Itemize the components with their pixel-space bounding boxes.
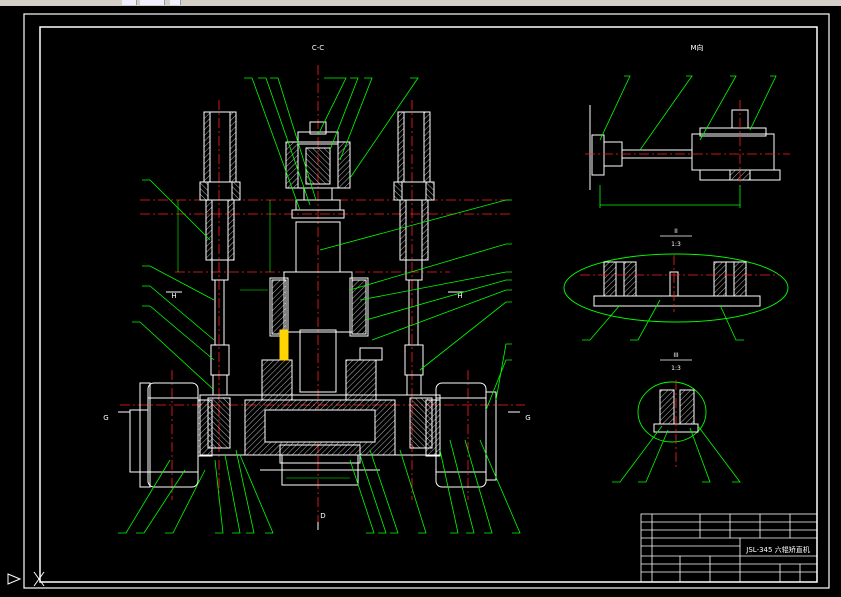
detail-3-scale: 1:3: [671, 365, 681, 372]
cad-drawing-canvas[interactable]: C-C H H G G D M向 II 1:3 III 1:3 JSL-345 …: [0, 0, 841, 597]
ucs-icon: [7, 571, 45, 587]
title-block-drawing-title: JSL-345 六辊矫直机: [745, 545, 809, 554]
section-marker-g-left: G: [103, 414, 108, 422]
section-marker-g-right: G: [525, 414, 530, 422]
view-title-cc: C-C: [312, 44, 324, 52]
right-roller: [425, 382, 497, 488]
side-view-leaders: [599, 75, 777, 208]
view-title-m: M向: [690, 43, 703, 52]
detail-3-title: III: [673, 352, 679, 359]
section-marker-d: D: [320, 512, 325, 520]
central-slide-assembly: [261, 221, 383, 401]
top-adjust-housing: [285, 121, 351, 219]
side-view-drive: [589, 105, 781, 190]
detail-3-view: [612, 380, 741, 483]
detail-2-view: [563, 253, 789, 341]
left-column-upper: [199, 111, 241, 396]
detail-2-scale: 1:3: [671, 241, 681, 248]
detail-2-title: II: [674, 228, 678, 235]
leader-lines-main: [118, 77, 521, 534]
lower-base-frame: [199, 394, 441, 486]
right-column-upper: [393, 111, 435, 396]
side-view-centerlines: [585, 100, 790, 190]
section-marker-h-left: H: [171, 292, 176, 300]
